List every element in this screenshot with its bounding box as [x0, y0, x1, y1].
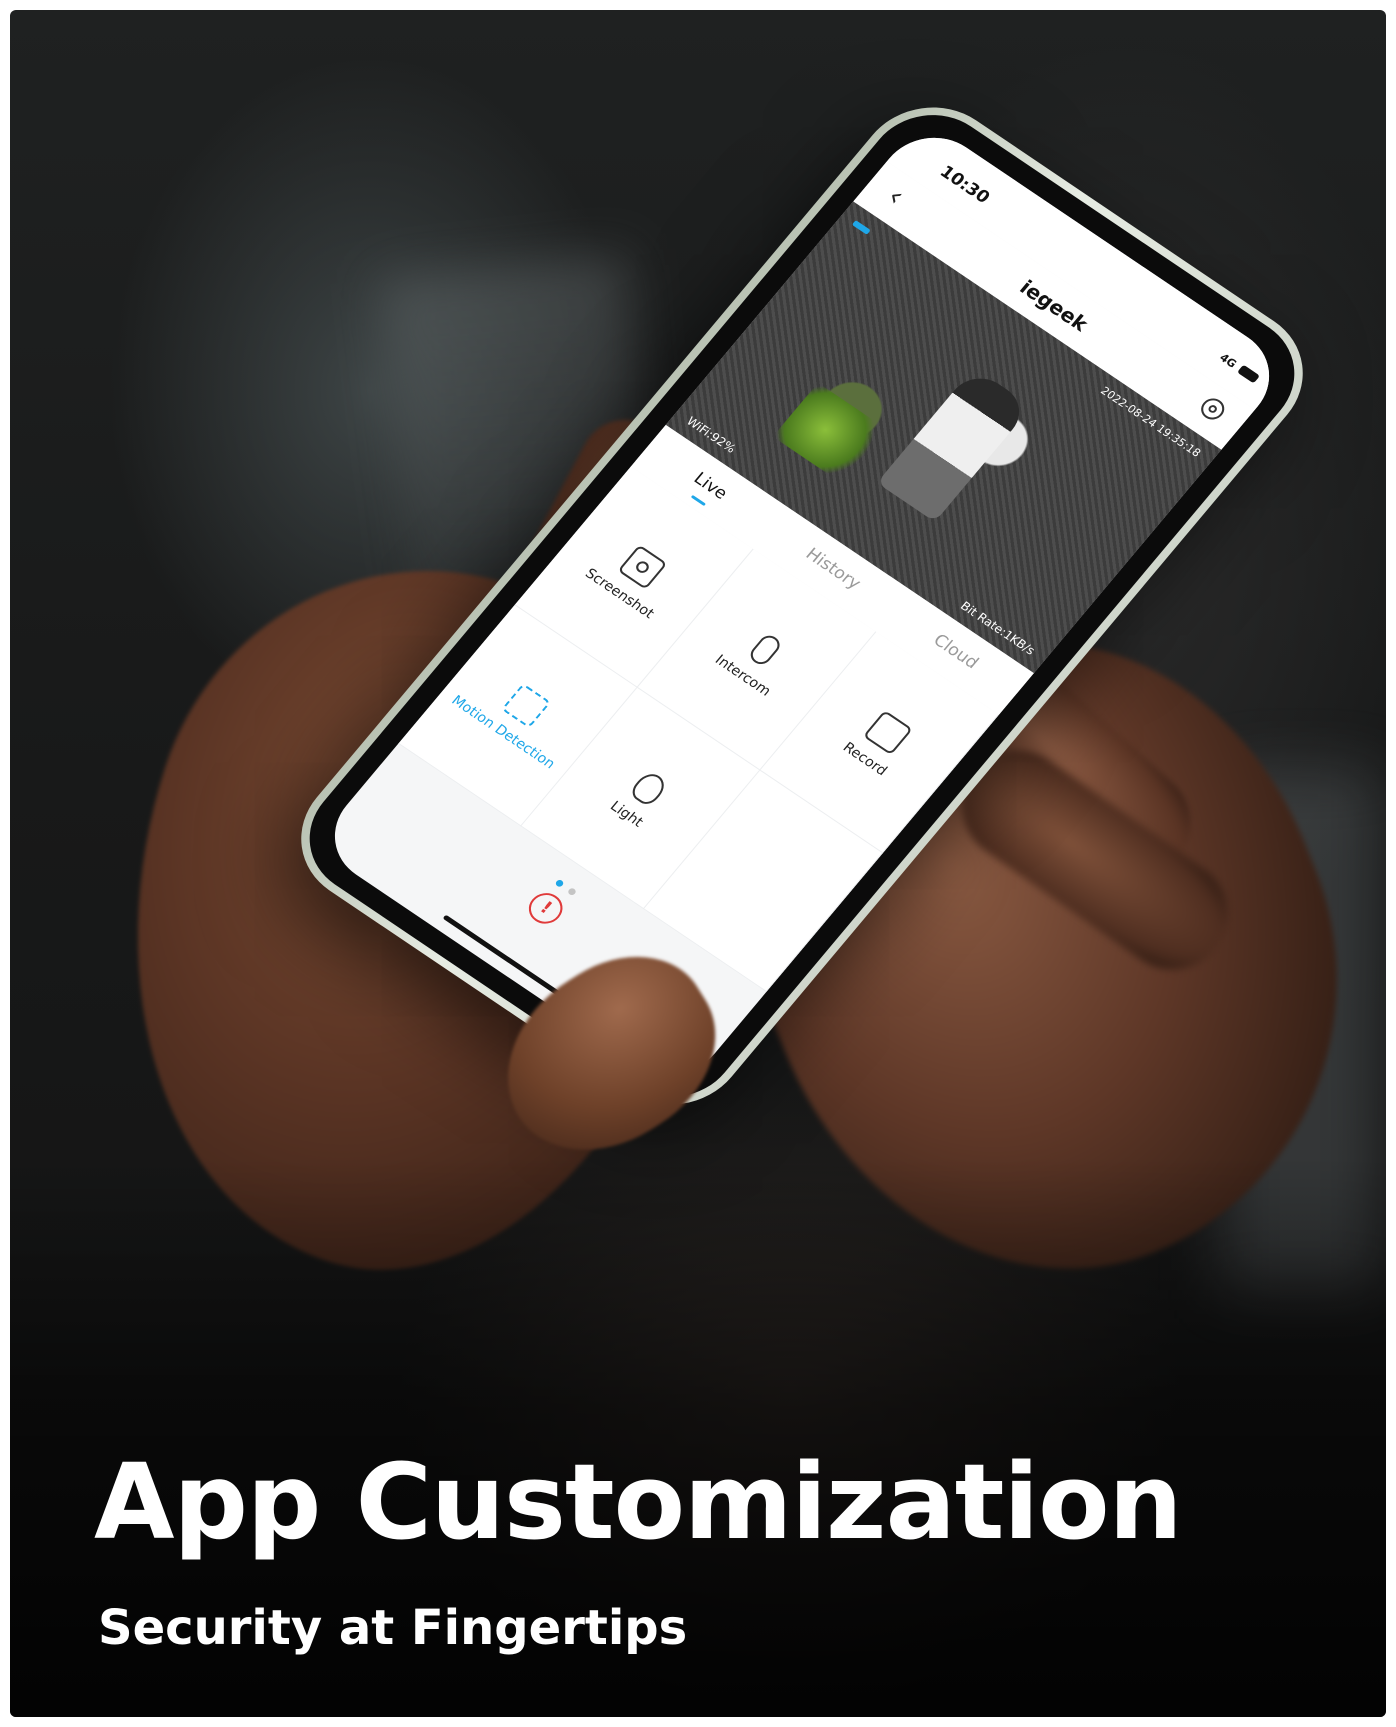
- banner-headline: App Customization: [94, 1441, 1183, 1563]
- hero-image: 10:30 4G ‹ iegeek 2022-08-24 19:35:18 Bi…: [10, 10, 1386, 1717]
- fullscreen-toggle[interactable]: [851, 220, 871, 235]
- network-indicator: 4G: [1216, 351, 1240, 371]
- banner-subline: Security at Fingertips: [98, 1600, 688, 1656]
- video-person: [876, 367, 1032, 522]
- page-dot-active[interactable]: [554, 878, 565, 888]
- page-dot[interactable]: [566, 887, 578, 897]
- light-bulb-icon: [627, 768, 670, 808]
- battery-icon: [1236, 364, 1261, 384]
- screenshot-icon: [617, 543, 668, 590]
- video-plant: [772, 382, 893, 488]
- microphone-icon: [746, 631, 784, 668]
- motion-detection-icon: [500, 682, 552, 728]
- record-icon: [862, 709, 913, 755]
- light-label: Light: [607, 798, 647, 831]
